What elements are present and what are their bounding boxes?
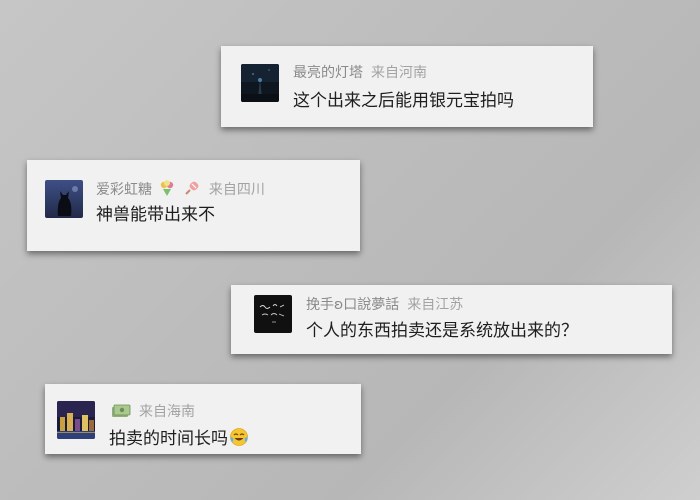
comment-text-content: 拍卖的时间长吗 [109,429,228,449]
username[interactable]: 爱彩虹糖 [96,182,152,198]
username[interactable]: 挽手ʚ口說夢話 [306,297,399,313]
night-tower-avatar-icon[interactable] [241,64,279,102]
comment-meta: 爱彩虹糖 来自四川 [96,179,265,198]
comment-text: 这个出来之后能用银元宝拍吗 [293,91,514,111]
comment-meta: 最亮的灯塔 来自河南 [293,65,427,81]
location-label: 来自海南 [139,404,195,420]
city-night-avatar-icon[interactable] [57,401,95,439]
comment-meta: 来自海南 [109,403,195,420]
comment-text: 神兽能带出来不 [96,205,215,225]
comment-card: 爱彩虹糖 来自四川 神兽能带出来不 [27,160,360,251]
username[interactable]: 最亮的灯塔 [293,65,363,81]
comment-meta: 挽手ʚ口說夢話 来自江苏 [306,297,463,313]
location-label: 来自河南 [371,65,427,81]
comment-card: 挽手ʚ口說夢話 来自江苏 个人的东西拍卖还是系统放出来的？ [231,285,672,354]
comment-card: 最亮的灯塔 来自河南 这个出来之后能用银元宝拍吗 [221,46,593,127]
money-bag-emoji-icon [111,403,131,419]
comment-card: 来自海南 拍卖的时间长吗 [45,384,361,454]
location-label: 来自江苏 [407,297,464,313]
laughing-tears-emoji-icon [229,427,249,447]
dark-handwriting-avatar-icon[interactable] [254,295,292,333]
black-cat-avatar-icon[interactable] [45,180,83,218]
bouquet-emoji-icon [158,179,176,197]
location-label: 来自四川 [208,182,265,198]
candy-emoji-icon [183,179,201,197]
comment-text: 个人的东西拍卖还是系统放出来的？ [306,321,578,341]
comment-text: 拍卖的时间长吗 [109,427,249,449]
